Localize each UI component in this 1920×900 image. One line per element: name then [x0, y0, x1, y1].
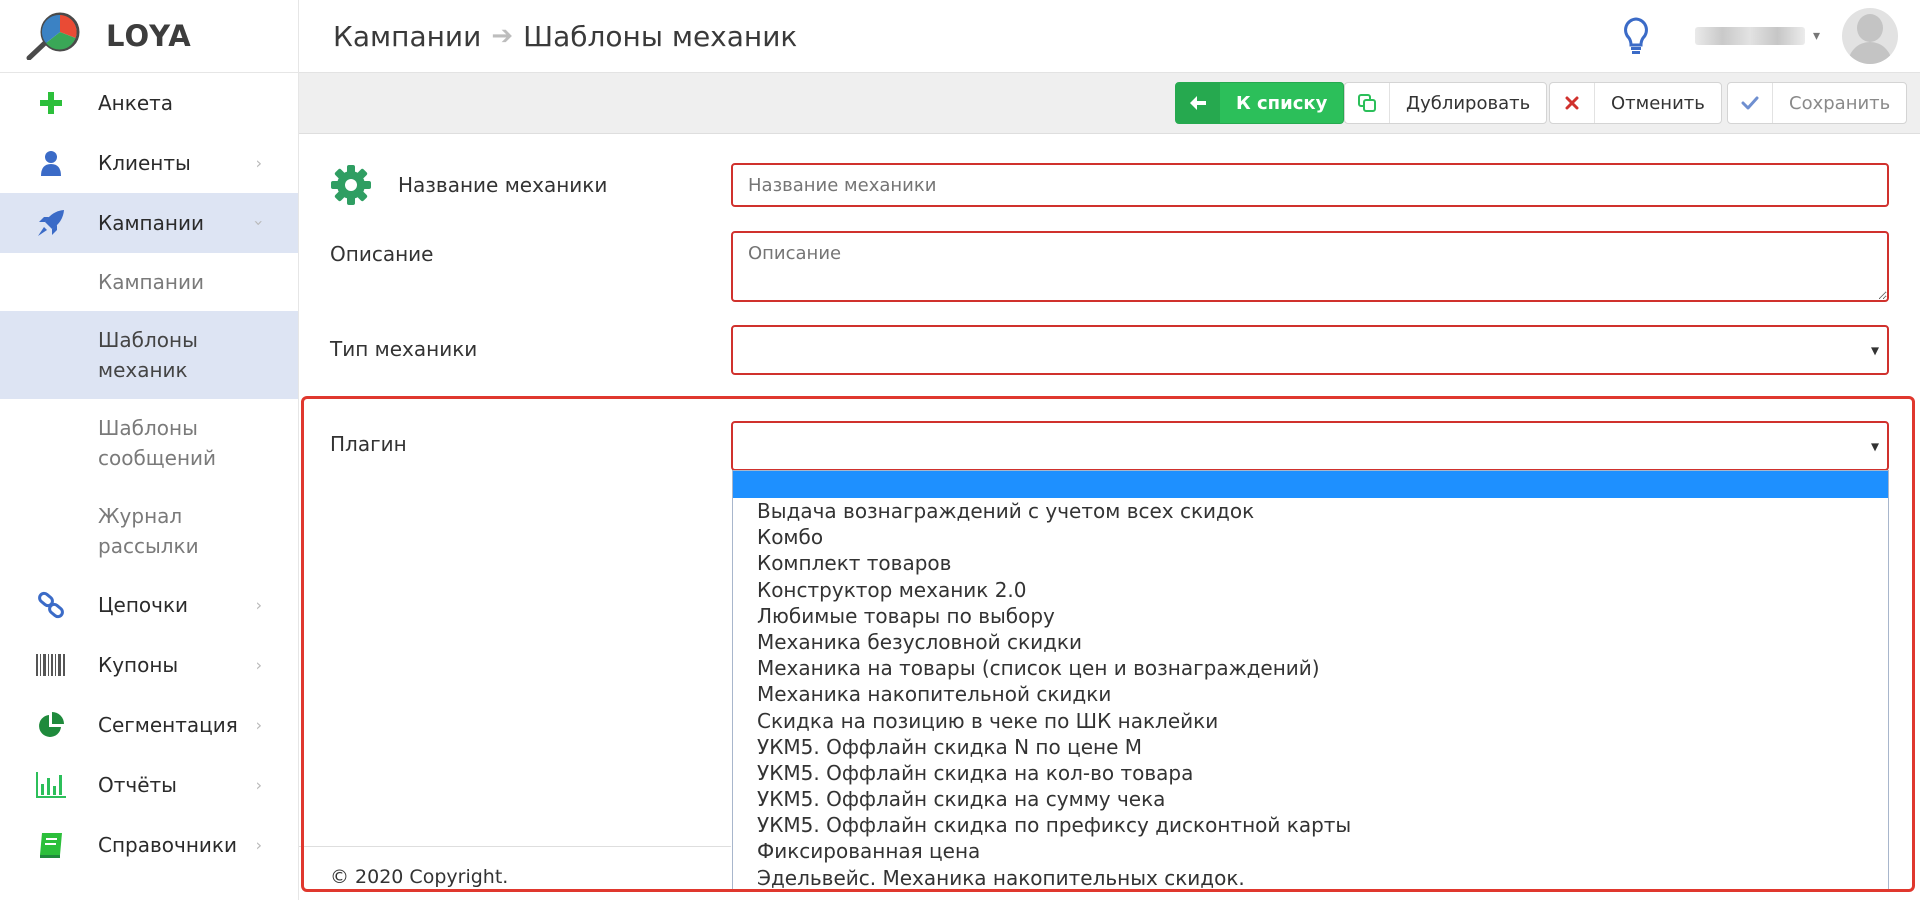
rocket-icon: [36, 208, 66, 238]
chevron-right-icon: ›: [255, 835, 262, 855]
plugin-option[interactable]: Выдача вознаграждений с учетом всех скид…: [733, 498, 1888, 524]
loya-logo-icon: [26, 12, 84, 61]
plugin-option[interactable]: УКМ5. Оффлайн скидка N по цене M: [733, 734, 1888, 760]
sidebar-subitem-mailing-log[interactable]: Журнал рассылки: [0, 487, 208, 575]
save-label: Сохранить: [1789, 92, 1891, 114]
duplicate-button[interactable]: Дублировать: [1344, 82, 1548, 124]
sidebar-item-label: Отчёты: [98, 773, 177, 797]
breadcrumb-item-campaigns[interactable]: Кампании: [333, 20, 481, 53]
app-name: LOYA: [106, 19, 192, 53]
plugin-option-empty-highlighted[interactable]: [733, 471, 1888, 498]
plugin-option[interactable]: Фиксированная цена: [733, 838, 1888, 864]
sidebar-item-label: Цепочки: [98, 593, 189, 617]
breadcrumb-item-current: Шаблоны механик: [523, 19, 798, 53]
sidebar-item-campaigns[interactable]: Кампании ›: [0, 193, 298, 253]
check-icon: [1728, 83, 1773, 123]
chain-icon: [36, 590, 66, 620]
sidebar-item-label: Клиенты: [98, 151, 191, 175]
back-to-list-label: К списку: [1236, 92, 1328, 114]
logo[interactable]: LOYA: [0, 0, 298, 73]
sidebar-item-anketa[interactable]: Анкета: [0, 73, 298, 133]
plugin-label: Плагин: [330, 432, 407, 456]
chevron-down-icon: ›: [249, 219, 269, 227]
plugin-option[interactable]: Механика накопительной скидки: [733, 681, 1888, 707]
action-toolbar: К списку Дублировать Отменить Сохранить: [299, 73, 1920, 134]
top-header: Кампании ➔ Шаблоны механик ▾: [299, 0, 1920, 73]
sidebar-item-chains[interactable]: Цепочки ›: [0, 575, 298, 635]
plus-icon: [36, 88, 66, 118]
sidebar-item-coupons[interactable]: Купоны ›: [0, 635, 298, 695]
sidebar-item-label: Кампании: [98, 211, 204, 235]
breadcrumb-arrow-icon: ➔: [491, 21, 514, 51]
save-button[interactable]: Сохранить: [1727, 82, 1908, 124]
description-label: Описание: [330, 242, 434, 266]
sidebar-subitem-mechanic-templates[interactable]: Шаблоны механик: [0, 311, 298, 399]
footer-copyright: © 2020 Copyright.: [330, 866, 509, 888]
chevron-down-icon[interactable]: ▾: [1813, 28, 1820, 44]
user-name-blurred[interactable]: [1694, 27, 1805, 45]
book-icon: [36, 830, 66, 860]
plugin-option[interactable]: Любимые товары по выбору: [733, 603, 1888, 629]
plugin-option[interactable]: Механика на товары (список цен и вознагр…: [733, 655, 1888, 681]
sidebar-item-label: Анкета: [98, 91, 174, 115]
sidebar-subitem-message-templates[interactable]: Шаблоны сообщений: [0, 399, 228, 487]
sidebar-subitem-campaigns[interactable]: Кампании: [0, 253, 298, 311]
sidebar: LOYA Анкета Клиенты › Кампании › Кампани…: [0, 0, 299, 900]
plugin-option[interactable]: УКМ5. Оффлайн скидка на сумму чека: [733, 786, 1888, 812]
breadcrumb: Кампании ➔ Шаблоны механик: [333, 20, 797, 53]
arrow-left-icon: [1176, 83, 1220, 123]
chevron-right-icon: ›: [255, 775, 262, 795]
barcode-icon: [36, 650, 66, 680]
plugin-option[interactable]: Эдельвейс. Механика накопительных скидок…: [733, 865, 1888, 889]
chevron-right-icon: ›: [255, 655, 262, 675]
user-icon: [36, 148, 66, 178]
sidebar-nav: Анкета Клиенты › Кампании › Кампании Шаб…: [0, 73, 298, 875]
chevron-right-icon: ›: [255, 715, 262, 735]
duplicate-label: Дублировать: [1406, 92, 1531, 114]
plugin-dropdown-list: Выдача вознаграждений с учетом всех скид…: [732, 470, 1889, 890]
close-icon: [1550, 83, 1595, 123]
copy-icon: [1345, 83, 1390, 123]
lightbulb-icon[interactable]: [1621, 16, 1651, 56]
plugin-option[interactable]: Механика безусловной скидки: [733, 629, 1888, 655]
sidebar-item-references[interactable]: Справочники ›: [0, 815, 298, 875]
sidebar-item-label: Справочники: [98, 833, 237, 857]
header-right: ▾: [1621, 0, 1920, 72]
mechanic-name-input[interactable]: [731, 163, 1889, 207]
chevron-right-icon: ›: [255, 153, 262, 173]
sidebar-item-label: Купоны: [98, 653, 179, 677]
avatar[interactable]: [1842, 8, 1898, 64]
plugin-select[interactable]: [731, 421, 1889, 471]
sidebar-item-reports[interactable]: Отчёты ›: [0, 755, 298, 815]
plugin-option[interactable]: Комбо: [733, 524, 1888, 550]
plugin-option[interactable]: УКМ5. Оффлайн скидка на кол-во товара: [733, 760, 1888, 786]
cancel-label: Отменить: [1611, 92, 1705, 114]
footer-divider: [299, 846, 731, 847]
description-textarea[interactable]: [731, 231, 1889, 302]
gear-icon: [330, 164, 372, 206]
sidebar-item-segmentation[interactable]: Сегментация ›: [0, 695, 298, 755]
plugin-option[interactable]: Скидка на позицию в чеке по ШК наклейки: [733, 708, 1888, 734]
mechanic-name-label: Название механики: [398, 173, 608, 197]
sidebar-item-label: Сегментация: [98, 713, 238, 737]
sidebar-item-clients[interactable]: Клиенты ›: [0, 133, 298, 193]
cancel-button[interactable]: Отменить: [1549, 82, 1722, 124]
plugin-option[interactable]: Конструктор механик 2.0: [733, 577, 1888, 603]
mechanic-type-select[interactable]: [731, 325, 1889, 375]
plugin-option[interactable]: Комплект товаров: [733, 550, 1888, 576]
plugin-option[interactable]: УКМ5. Оффлайн скидка по префиксу дисконт…: [733, 812, 1888, 838]
pie-chart-icon: [36, 710, 66, 740]
bar-chart-icon: [36, 770, 66, 800]
mechanic-type-label: Тип механики: [330, 337, 478, 361]
chevron-right-icon: ›: [255, 595, 262, 615]
back-to-list-button[interactable]: К списку: [1175, 82, 1345, 124]
